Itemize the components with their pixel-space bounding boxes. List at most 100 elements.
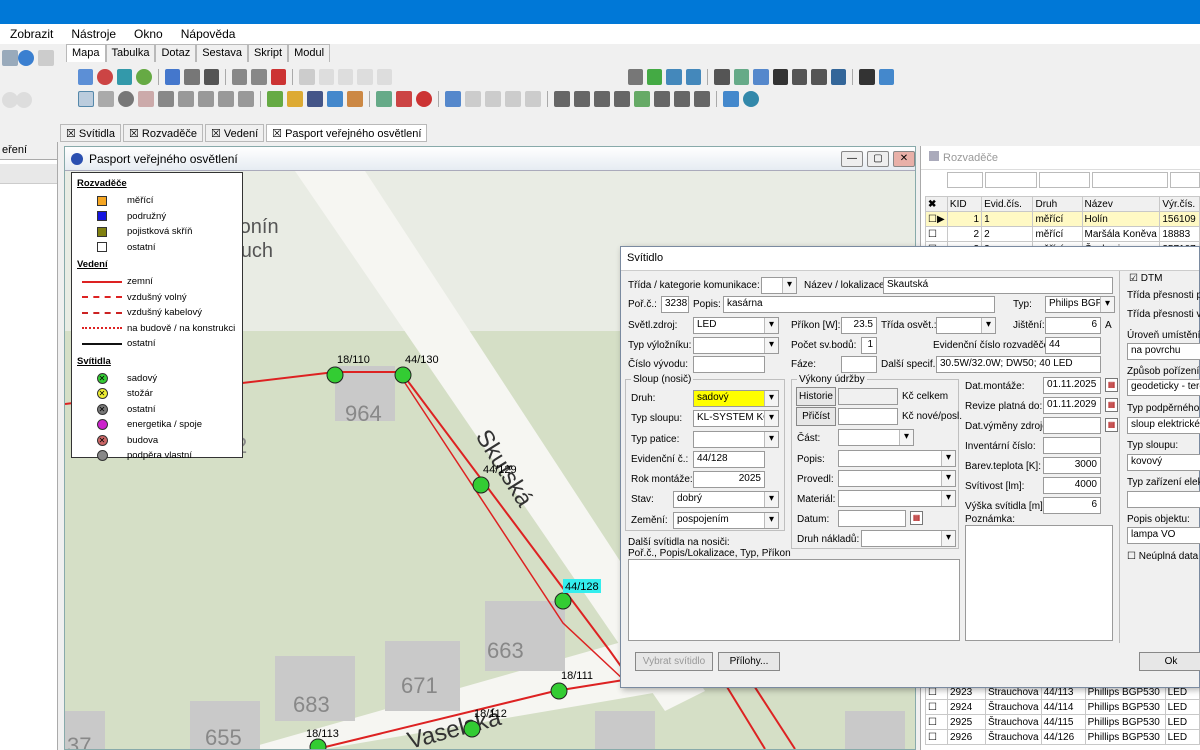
evidc-input[interactable]: 44/128 bbox=[693, 451, 765, 468]
zemeni-select[interactable]: pospojením bbox=[673, 512, 779, 529]
typ-select[interactable]: Philips BGP5 bbox=[1045, 296, 1115, 313]
doc-tab-svitidla[interactable]: ☒ Svítidla bbox=[60, 124, 121, 142]
datmont-input[interactable]: 01.11.2025 bbox=[1043, 377, 1101, 394]
edit-icon[interactable] bbox=[811, 69, 827, 85]
buffer-icon[interactable] bbox=[694, 91, 710, 107]
table-row[interactable]: ☐ 2 2 měřící Maršála Koněva 18883 bbox=[925, 226, 1200, 242]
filter-input[interactable] bbox=[984, 172, 1037, 188]
buffer-icon[interactable] bbox=[614, 91, 630, 107]
kcnove-input[interactable] bbox=[838, 408, 898, 425]
split-icon[interactable] bbox=[231, 69, 248, 85]
popis-input[interactable]: kasárna bbox=[723, 296, 995, 313]
row-checkbox[interactable]: ☐ bbox=[925, 729, 948, 745]
map-icon[interactable] bbox=[830, 69, 847, 85]
filter-input[interactable] bbox=[1038, 172, 1091, 188]
eraser-icon[interactable] bbox=[178, 91, 194, 107]
delete-icon[interactable] bbox=[270, 69, 287, 85]
layers-icon[interactable] bbox=[267, 91, 283, 107]
row-checkbox[interactable]: ☐▶ bbox=[925, 211, 948, 227]
prilohy-button[interactable]: Přílohy... bbox=[718, 652, 780, 671]
e1-icon[interactable] bbox=[714, 69, 730, 85]
square-icon[interactable] bbox=[791, 69, 808, 85]
typpodp-input[interactable]: sloup elektrického bbox=[1127, 417, 1200, 434]
export-icon[interactable] bbox=[753, 69, 769, 85]
buffer-icon[interactable] bbox=[654, 91, 670, 107]
map-icon[interactable] bbox=[723, 91, 739, 107]
buffer-icon[interactable] bbox=[198, 91, 214, 107]
table-row[interactable]: ☐ 2924 Štrauchova 44/114 Phillips BGP530 LED bbox=[925, 699, 1200, 715]
buffer-icon[interactable] bbox=[594, 91, 610, 107]
barteplota-input[interactable]: 3000 bbox=[1043, 457, 1101, 474]
measure-icon[interactable] bbox=[158, 91, 174, 107]
dalsispec-input[interactable]: 30.5W/32.0W; DW50; 40 LED bbox=[936, 356, 1101, 373]
row-checkbox[interactable]: ☐ bbox=[925, 699, 948, 715]
globe-icon[interactable] bbox=[743, 91, 759, 107]
select-features-icon[interactable] bbox=[78, 69, 94, 85]
buffer-icon[interactable] bbox=[574, 91, 590, 107]
copy-icon[interactable] bbox=[445, 91, 461, 107]
select-all-icon[interactable] bbox=[116, 69, 133, 85]
cislovyvodu-input[interactable] bbox=[693, 356, 765, 373]
typpatice-select[interactable] bbox=[693, 431, 779, 448]
vyska-input[interactable]: 6 bbox=[1043, 497, 1101, 514]
cast-select[interactable] bbox=[838, 429, 914, 446]
tool-icon[interactable] bbox=[2, 50, 18, 66]
buffer-icon[interactable] bbox=[674, 91, 690, 107]
tool-icon[interactable] bbox=[38, 50, 54, 66]
snap-icon[interactable] bbox=[647, 69, 663, 85]
popisobj-input[interactable]: lampa VO bbox=[1127, 527, 1200, 544]
pan-hand-icon[interactable] bbox=[138, 91, 154, 107]
doc-tab-rozvadece[interactable]: ☒ Rozvaděče bbox=[123, 124, 203, 142]
draw-icon[interactable] bbox=[772, 69, 788, 85]
calendar-icon[interactable]: ▦ bbox=[1105, 398, 1118, 412]
dalsi-svitidla-list[interactable] bbox=[628, 559, 960, 641]
menu-zobrazit[interactable]: Zobrazit bbox=[10, 27, 53, 41]
menu-napoveda[interactable]: Nápověda bbox=[181, 27, 236, 41]
uroven-input[interactable]: na povrchu bbox=[1127, 343, 1200, 360]
evidrozv-input[interactable]: 44 bbox=[1045, 337, 1101, 354]
faze-input[interactable] bbox=[841, 356, 877, 373]
maximize-button[interactable]: ▢ bbox=[867, 150, 889, 167]
rokmont-input[interactable]: 2025 bbox=[693, 471, 765, 488]
pin-icon[interactable] bbox=[878, 69, 894, 85]
style-icon[interactable] bbox=[287, 91, 303, 107]
grid-icon[interactable] bbox=[627, 69, 643, 85]
label-icon[interactable] bbox=[218, 91, 234, 107]
legend-icon[interactable] bbox=[307, 91, 323, 107]
porc-input[interactable]: 3238 bbox=[661, 296, 689, 313]
report-icon[interactable] bbox=[347, 91, 363, 107]
stav-select[interactable]: dobrý bbox=[673, 491, 779, 508]
line-icon[interactable] bbox=[164, 69, 181, 85]
close-button[interactable]: ✕ bbox=[893, 150, 915, 167]
column-header[interactable]: Název bbox=[1081, 196, 1161, 212]
vykon-popis-select[interactable] bbox=[838, 450, 956, 467]
polygon-icon[interactable] bbox=[184, 69, 200, 85]
xyz-icon[interactable] bbox=[203, 69, 219, 85]
tridaosv-select[interactable] bbox=[936, 317, 996, 334]
material-select[interactable] bbox=[838, 490, 956, 507]
nazev-input[interactable]: Skautská bbox=[883, 277, 1113, 294]
datum-input[interactable] bbox=[838, 510, 906, 527]
stop-icon[interactable] bbox=[416, 91, 432, 107]
row-checkbox[interactable]: ☐ bbox=[925, 226, 948, 242]
provedl-select[interactable] bbox=[838, 470, 956, 487]
filter-input[interactable] bbox=[1092, 172, 1169, 188]
poznamka-textarea[interactable] bbox=[965, 525, 1113, 641]
merge-icon[interactable] bbox=[251, 69, 267, 85]
zpusob-input[interactable]: geodeticky - teres bbox=[1127, 379, 1200, 396]
tab-modul[interactable]: Modul bbox=[288, 44, 331, 62]
column-header[interactable]: Druh bbox=[1032, 196, 1083, 212]
table-row[interactable]: ☐▶ 1 1 měřící Holín 156109 bbox=[925, 211, 1200, 227]
photo-icon[interactable] bbox=[396, 91, 412, 107]
buffer-icon[interactable] bbox=[634, 91, 650, 107]
typzariz-input[interactable] bbox=[1127, 491, 1200, 508]
tab-sestava[interactable]: Sestava bbox=[196, 44, 248, 62]
column-header[interactable]: KID bbox=[946, 196, 983, 212]
refresh-icon[interactable] bbox=[136, 69, 152, 85]
filter-input[interactable] bbox=[947, 172, 983, 188]
globe-icon[interactable] bbox=[18, 50, 34, 66]
zoom-icon[interactable] bbox=[118, 91, 134, 107]
column-header[interactable]: Evid.čís. bbox=[981, 196, 1034, 212]
typsloupu-select[interactable]: KL-SYSTEM KOSF bbox=[693, 410, 779, 427]
druhnakl-select[interactable] bbox=[861, 530, 956, 547]
